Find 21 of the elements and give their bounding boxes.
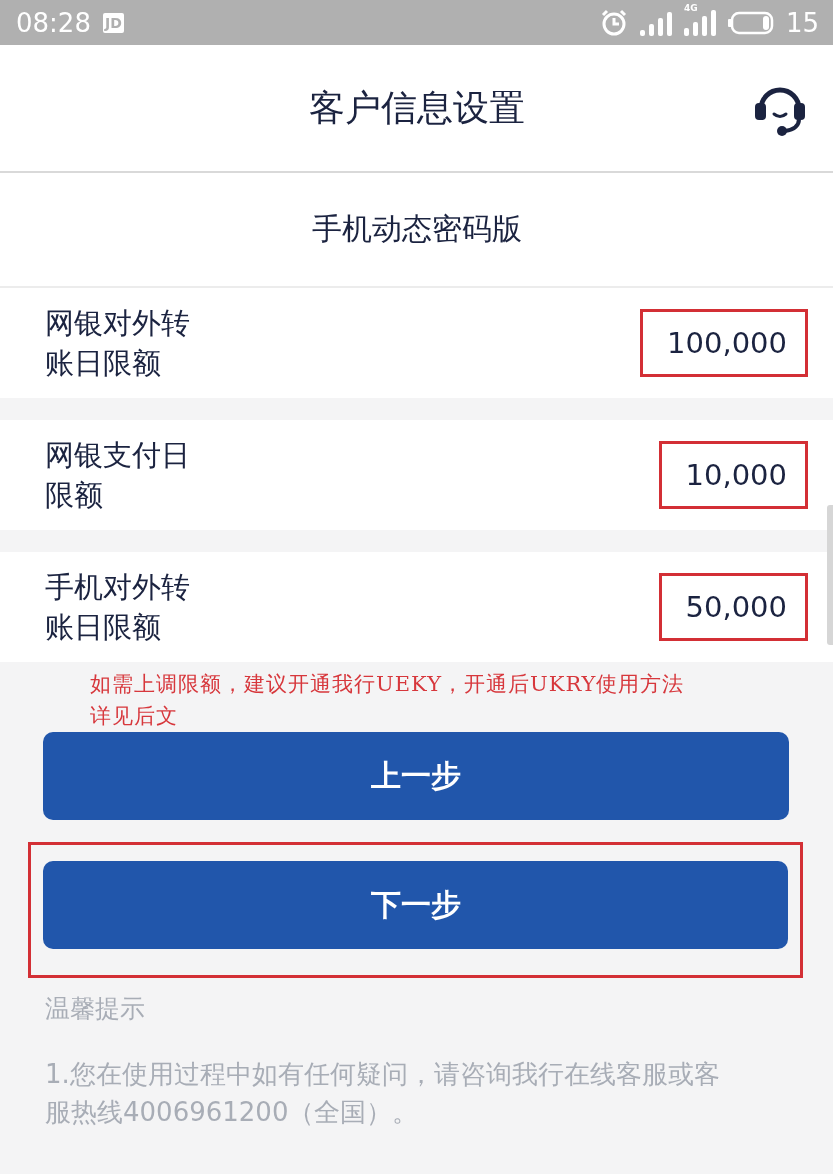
status-time: 08:28 [16, 9, 91, 36]
battery-icon [727, 10, 774, 35]
battery-percent: 15 [785, 9, 819, 36]
step-button[interactable]: 下一步 [43, 861, 788, 949]
signal-icon [639, 9, 672, 36]
step-button[interactable]: 上一步 [43, 732, 789, 820]
network-type: 4G [683, 3, 698, 13]
tips-title: 温馨提示 [45, 993, 146, 1025]
highlighted-limit-value: 10,000 [658, 441, 808, 509]
highlighted-limit-value: 100,000 [640, 309, 808, 377]
annotation-note: 如需上调限额，建议开通我行UEKY，开通后UKRY使用方法详见后文 [90, 671, 686, 730]
alarm-icon [599, 8, 628, 37]
highlighted-limit-value: 50,000 [658, 573, 808, 641]
limit-label: 网银对外转账日限额 [45, 305, 191, 382]
cellular-signal-icon [683, 9, 716, 36]
section-title: 手机动态密码版 [311, 210, 522, 248]
page-title: 客户信息设置 [308, 85, 525, 130]
notification-badge: JD [102, 12, 124, 33]
limit-label: 手机对外转账日限额 [45, 569, 191, 646]
limit-label: 网银支付日限额 [45, 437, 191, 514]
tip-text: 1.您在使用过程中如有任何疑问，请咨询我行在线客服或客服热线4006961200（全国）。 [45, 1058, 721, 1129]
